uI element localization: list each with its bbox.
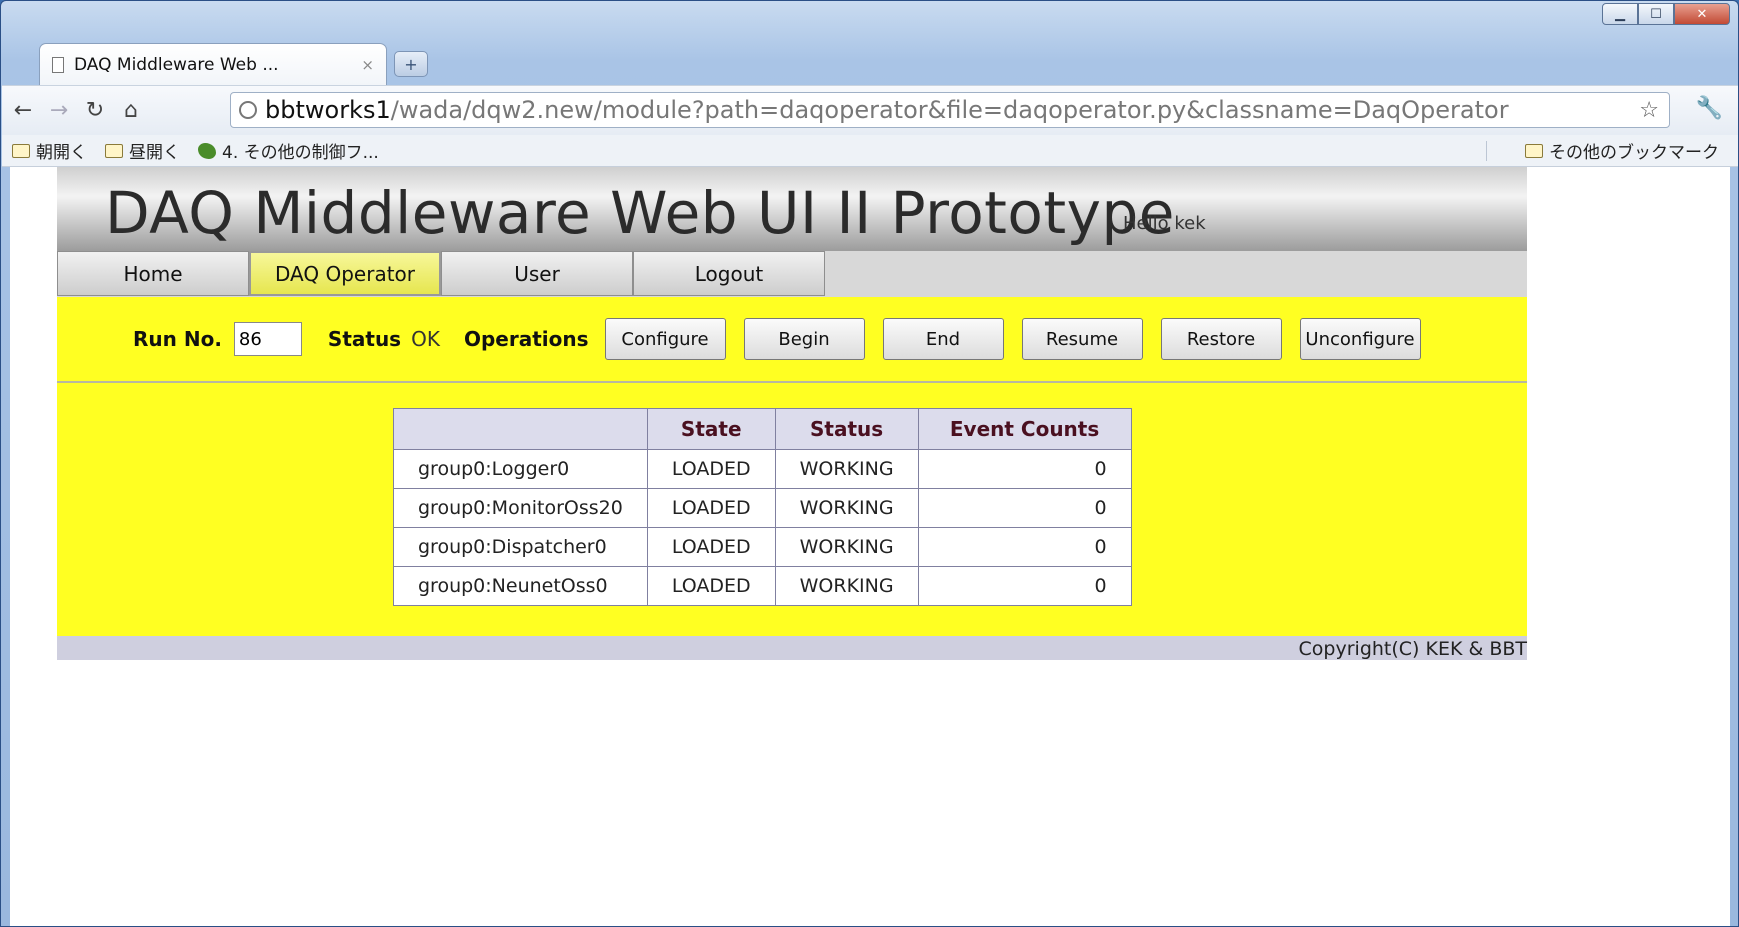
component-panel: State Status Event Counts group0:Logger0… bbox=[57, 383, 1527, 636]
component-name: group0:Dispatcher0 bbox=[393, 527, 648, 567]
star-icon[interactable]: ☆ bbox=[1629, 98, 1669, 123]
end-button[interactable]: End bbox=[882, 318, 1004, 360]
tab-strip: DAQ Middleware Web ... × + bbox=[1, 1, 1738, 85]
greeting-text: Hello kek bbox=[1123, 213, 1206, 234]
bookmarks-bar: 朝開く 昼開く 4. その他の制御フ... その他のブックマーク bbox=[2, 135, 1738, 167]
url-host: bbtworks1 bbox=[265, 96, 391, 124]
operation-controls: Run No. Status OK Operations Configure B… bbox=[57, 297, 1527, 383]
folder-icon bbox=[105, 143, 123, 158]
menu-home[interactable]: Home bbox=[57, 251, 249, 296]
component-event-count: 0 bbox=[917, 488, 1132, 528]
operations-label: Operations bbox=[463, 327, 589, 351]
status-value: OK bbox=[411, 327, 440, 351]
component-table: State Status Event Counts group0:Logger0… bbox=[393, 408, 1132, 606]
component-event-count: 0 bbox=[917, 566, 1132, 606]
menu-logout[interactable]: Logout bbox=[633, 251, 825, 296]
component-event-count: 0 bbox=[917, 527, 1132, 567]
page-icon bbox=[52, 56, 64, 73]
home-icon[interactable]: ⌂ bbox=[116, 98, 146, 123]
table-row: group0:MonitorOss20 LOADED WORKING 0 bbox=[393, 488, 1132, 528]
table-row: group0:NeunetOss0 LOADED WORKING 0 bbox=[393, 566, 1132, 606]
bookmark-label: 朝開く bbox=[36, 143, 87, 163]
bookmark-item[interactable]: 朝開く bbox=[12, 138, 87, 163]
table-row: group0:Logger0 LOADED WORKING 0 bbox=[393, 449, 1132, 489]
browser-tab[interactable]: DAQ Middleware Web ... × bbox=[39, 43, 387, 85]
globe-icon bbox=[239, 101, 257, 119]
run-number-input[interactable] bbox=[233, 322, 302, 356]
daq-page: DAQ Middleware Web UI II Prototype Hello… bbox=[57, 167, 1527, 660]
component-name: group0:NeunetOss0 bbox=[393, 566, 648, 606]
bookmark-item[interactable]: 4. その他の制御フ... bbox=[198, 138, 379, 163]
component-name: group0:Logger0 bbox=[393, 449, 648, 489]
configure-button[interactable]: Configure bbox=[604, 318, 726, 360]
reload-icon[interactable]: ↻ bbox=[80, 98, 110, 123]
component-status: WORKING bbox=[774, 449, 919, 489]
unconfigure-button[interactable]: Unconfigure bbox=[1299, 318, 1421, 360]
component-state: LOADED bbox=[646, 566, 776, 606]
menu-daq-operator[interactable]: DAQ Operator bbox=[249, 251, 441, 296]
url-path: /wada/dqw2.new/module?path=daqoperator&f… bbox=[390, 96, 1509, 124]
back-icon[interactable]: ← bbox=[8, 98, 38, 123]
page-banner: DAQ Middleware Web UI II Prototype Hello… bbox=[57, 167, 1527, 251]
component-state: LOADED bbox=[646, 449, 776, 489]
run-number-label: Run No. bbox=[133, 327, 222, 351]
tab-close-icon[interactable]: × bbox=[361, 56, 374, 74]
component-status: WORKING bbox=[774, 488, 919, 528]
bookmark-label: 昼開く bbox=[129, 143, 180, 163]
address-bar[interactable]: bbtworks1/wada/dqw2.new/module?path=daqo… bbox=[230, 92, 1670, 128]
other-bookmarks-label: その他のブックマーク bbox=[1549, 143, 1719, 163]
page-footer: Copyright(C) KEK & BBT bbox=[57, 636, 1527, 660]
component-name: group0:MonitorOss20 bbox=[393, 488, 648, 528]
tab-title: DAQ Middleware Web ... bbox=[74, 54, 279, 75]
menu-user[interactable]: User bbox=[441, 251, 633, 296]
begin-button[interactable]: Begin bbox=[743, 318, 865, 360]
restore-button[interactable]: Restore bbox=[1160, 318, 1282, 360]
header-status: Status bbox=[774, 408, 919, 450]
header-event-counts: Event Counts bbox=[917, 408, 1132, 450]
bookmark-favicon bbox=[198, 142, 216, 159]
table-header-row: State Status Event Counts bbox=[393, 408, 1132, 450]
forward-icon[interactable]: → bbox=[44, 98, 74, 123]
component-status: WORKING bbox=[774, 566, 919, 606]
new-tab-button[interactable]: + bbox=[394, 51, 428, 77]
browser-window: ▁ ☐ ✕ DAQ Middleware Web ... × + ← → ↻ ⌂… bbox=[0, 0, 1739, 927]
other-bookmarks[interactable]: その他のブックマーク bbox=[1525, 138, 1719, 163]
header-name bbox=[393, 408, 648, 450]
bookmark-separator bbox=[1486, 141, 1487, 161]
resume-button[interactable]: Resume bbox=[1021, 318, 1143, 360]
component-event-count: 0 bbox=[917, 449, 1132, 489]
component-status: WORKING bbox=[774, 527, 919, 567]
main-menu: Home DAQ Operator User Logout bbox=[57, 251, 1527, 297]
bookmark-label: 4. その他の制御フ... bbox=[222, 143, 379, 163]
table-row: group0:Dispatcher0 LOADED WORKING 0 bbox=[393, 527, 1132, 567]
folder-icon bbox=[12, 143, 30, 158]
component-state: LOADED bbox=[646, 527, 776, 567]
component-state: LOADED bbox=[646, 488, 776, 528]
browser-toolbar: ← → ↻ ⌂ bbtworks1/wada/dqw2.new/module?p… bbox=[2, 85, 1738, 135]
bookmark-item[interactable]: 昼開く bbox=[105, 138, 180, 163]
page-title: DAQ Middleware Web UI II Prototype bbox=[105, 179, 1175, 247]
header-state: State bbox=[646, 408, 776, 450]
page-viewport: DAQ Middleware Web UI II Prototype Hello… bbox=[10, 167, 1730, 926]
wrench-icon[interactable]: 🔧 bbox=[1696, 96, 1723, 121]
folder-icon bbox=[1525, 143, 1543, 158]
url-text[interactable]: bbtworks1/wada/dqw2.new/module?path=daqo… bbox=[265, 96, 1629, 124]
status-label: Status bbox=[327, 327, 402, 351]
